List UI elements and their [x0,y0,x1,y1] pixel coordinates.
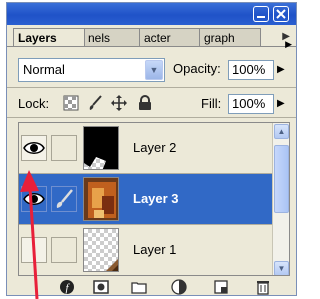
lock-transparent-icon[interactable] [63,95,79,111]
scroll-down-icon[interactable]: ▼ [274,261,289,275]
title-bar [7,3,296,25]
tab-paragraph-label: graph [204,31,235,45]
blend-mode-select[interactable]: Normal ▼ [18,58,165,82]
close-button[interactable] [273,6,289,22]
layer-row[interactable]: Layer 2 [19,123,273,174]
layer-name[interactable]: Layer 1 [133,242,176,257]
tab-layers[interactable]: Layers [13,28,85,46]
fill-slider-icon[interactable]: ▶ [277,98,285,109]
tab-character-label: acter [144,31,171,45]
adjustment-layer-icon[interactable] [171,279,187,295]
minimize-button[interactable] [253,6,269,22]
layer-style-icon[interactable]: f [59,279,75,295]
opacity-slider-icon[interactable]: ▶ [277,64,285,75]
lock-paint-icon[interactable] [87,95,103,111]
tab-paragraph[interactable]: graph [199,28,261,46]
new-group-icon[interactable] [131,279,147,295]
layers-panel: Layers nels acter graph ▶ ▶ Normal ▼ Opa… [6,2,297,296]
opacity-label: Opacity: [173,61,221,76]
tab-character[interactable]: acter [139,28,201,46]
layer-name[interactable]: Layer 2 [133,140,176,155]
lock-all-icon[interactable] [137,95,153,111]
visibility-toggle[interactable] [21,135,47,161]
visibility-toggle[interactable] [21,186,47,212]
eye-icon [23,193,45,205]
blend-mode-value: Normal [23,62,65,77]
layer-name[interactable]: Layer 3 [133,191,179,206]
delete-layer-icon[interactable] [255,279,271,295]
divider [7,87,296,88]
layer-link-box[interactable] [51,237,77,263]
tab-channels-label: nels [88,31,111,45]
layers-toolbar: f [7,279,296,295]
panel-menu-icon[interactable]: ▶ [285,39,292,50]
layer-row[interactable]: Layer 1 [19,225,273,275]
layer-thumbnail [83,228,119,272]
brush-icon [56,189,73,208]
tab-layers-label: Layers [18,31,57,45]
lock-move-icon[interactable] [111,95,127,111]
layers-scrollbar[interactable]: ▲ ▼ [272,123,289,275]
layer-thumbnail [83,177,119,221]
layer-row-selected[interactable]: Layer 3 [19,174,273,225]
eye-icon [23,142,45,154]
scroll-thumb[interactable] [274,145,289,213]
layer-thumbnail [83,126,119,170]
layers-list: Layer 2 Layer 3 Layer 1 ▲ ▼ [18,122,290,276]
layer-mask-icon[interactable] [93,279,109,295]
layer-link-box[interactable] [51,186,77,212]
fill-field[interactable]: 100% [228,94,274,114]
tab-channels[interactable]: nels [83,28,141,46]
divider [7,117,296,118]
minimize-icon [257,16,265,18]
lock-label: Lock: [18,96,50,111]
new-layer-icon[interactable] [213,279,229,295]
opacity-field[interactable]: 100% [228,60,274,80]
visibility-toggle[interactable] [21,237,47,263]
layer-link-box[interactable] [51,135,77,161]
scroll-up-icon[interactable]: ▲ [274,124,289,139]
close-icon [276,9,286,19]
chevron-down-icon[interactable]: ▼ [145,60,163,80]
fill-label: Fill: [201,96,222,111]
tab-bar: Layers nels acter graph ▶ [7,25,296,47]
